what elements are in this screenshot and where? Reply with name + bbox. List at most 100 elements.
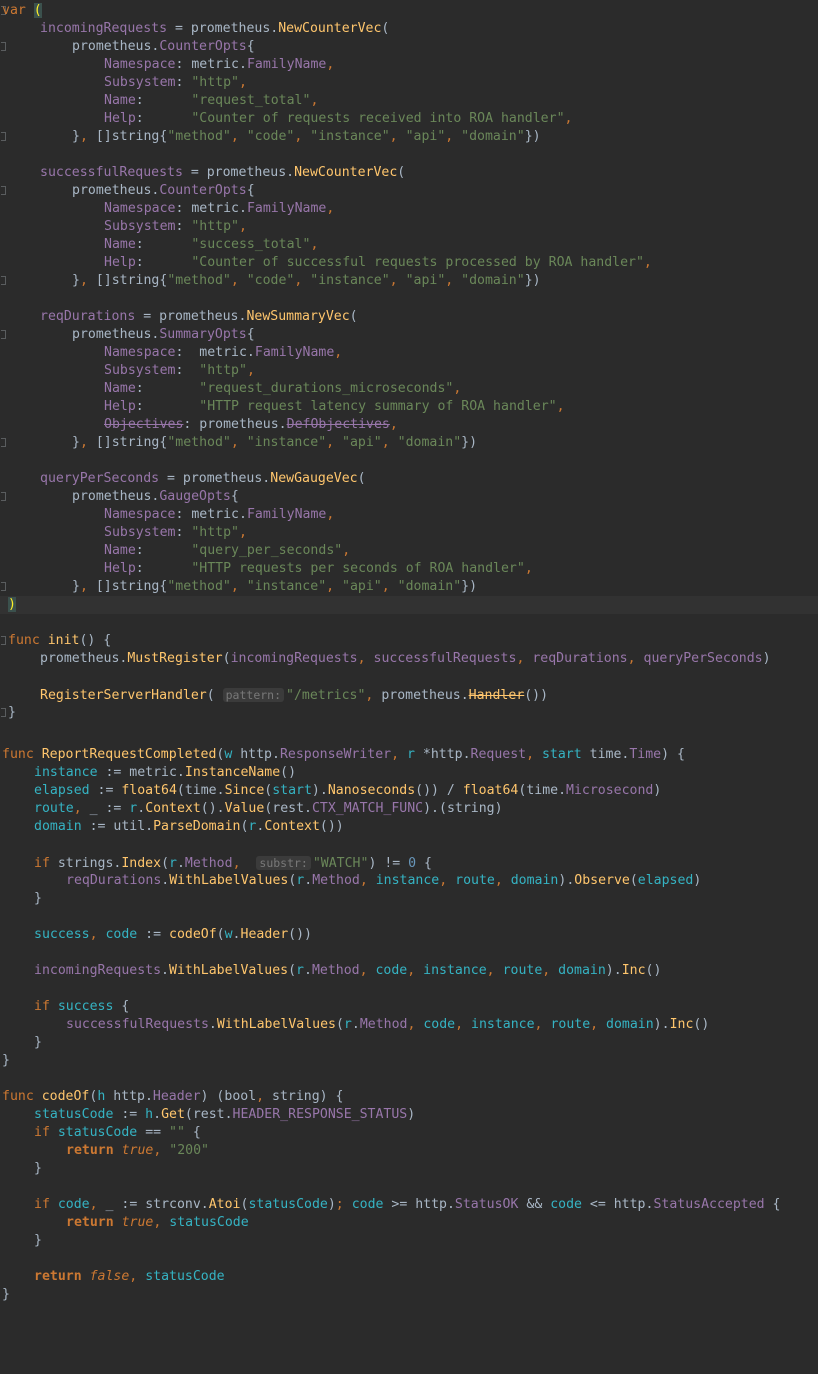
code-line[interactable]: RegisterServerHandler( pattern: "/metrics…: [0, 686, 818, 704]
code-line[interactable]: successfulRequests.WithLabelValues(r.Met…: [0, 1016, 818, 1034]
code-editor[interactable]: var (incomingRequests = prometheus.NewCo…: [0, 0, 818, 1374]
code-token: :: [175, 75, 192, 90]
code-token: _ :=: [89, 801, 130, 816]
code-token: "domain": [461, 273, 525, 288]
code-line[interactable]: Name: "request_total",: [0, 92, 818, 110]
code-token: Inc: [669, 1017, 694, 1032]
code-token: (: [629, 873, 638, 888]
code-token: ,: [310, 237, 319, 252]
code-text: if code, _ := strconv.Atoi(statusCode); …: [34, 1196, 781, 1214]
code-line[interactable]: }: [0, 704, 818, 722]
code-line[interactable]: Help: "Counter of successful requests pr…: [0, 254, 818, 272]
code-line[interactable]: ): [0, 596, 818, 614]
code-line[interactable]: prometheus.CounterOpts{: [0, 182, 818, 200]
code-line[interactable]: prometheus.GaugeOpts{: [0, 488, 818, 506]
fold-marker-icon[interactable]: [0, 128, 6, 146]
code-token: codeOf: [41, 1089, 90, 1104]
fold-marker-icon[interactable]: [0, 326, 6, 344]
code-line[interactable]: }: [0, 1034, 818, 1052]
fold-marker-icon[interactable]: [0, 632, 6, 650]
fold-marker-icon[interactable]: [0, 488, 6, 506]
code-text: }, []string{"method", "instance", "api",…: [72, 434, 477, 452]
code-line[interactable]: return true, "200": [0, 1142, 818, 1160]
code-text: statusCode := h.Get(rest.HEADER_RESPONSE…: [34, 1106, 415, 1124]
code-line[interactable]: Help: "HTTP requests per seconds of ROA …: [0, 560, 818, 578]
code-line[interactable]: queryPerSeconds = prometheus.NewGaugeVec…: [0, 470, 818, 488]
code-token: prometheus.: [72, 327, 160, 342]
code-token: MustRegister: [127, 651, 223, 666]
code-line[interactable]: Name: "success_total",: [0, 236, 818, 254]
code-token: }: [8, 705, 16, 720]
code-line[interactable]: }: [0, 1052, 818, 1070]
code-line[interactable]: }, []string{"method", "instance", "api",…: [0, 578, 818, 596]
code-line[interactable]: prometheus.CounterOpts{: [0, 38, 818, 56]
code-token: }: [34, 1161, 42, 1176]
code-line[interactable]: }, []string{"method", "instance", "api",…: [0, 434, 818, 452]
code-token: "code": [246, 273, 295, 288]
code-line[interactable]: Objectives: prometheus.DefObjectives,: [0, 416, 818, 434]
code-line[interactable]: func codeOf(h http.Header) (bool, string…: [0, 1088, 818, 1106]
code-token: Handler: [468, 688, 525, 703]
fold-marker-icon[interactable]: [0, 38, 6, 56]
code-line[interactable]: instance := metric.InstanceName(): [0, 764, 818, 782]
code-token: (time.: [518, 783, 567, 798]
code-line[interactable]: success, code := codeOf(w.Header()): [0, 926, 818, 944]
code-line[interactable]: incomingRequests = prometheus.NewCounter…: [0, 20, 818, 38]
code-line[interactable]: }, []string{"method", "code", "instance"…: [0, 128, 818, 146]
code-line[interactable]: Name: "request_durations_microseconds",: [0, 380, 818, 398]
code-line[interactable]: elapsed := float64(time.Since(start).Nan…: [0, 782, 818, 800]
code-line[interactable]: successfulRequests = prometheus.NewCount…: [0, 164, 818, 182]
code-line[interactable]: Name: "query_per_seconds",: [0, 542, 818, 560]
code-token: code: [351, 1197, 384, 1212]
code-line[interactable]: reqDurations.WithLabelValues(r.Method, i…: [0, 872, 818, 890]
code-token: success: [34, 927, 90, 942]
code-line[interactable]: if statusCode == "" {: [0, 1124, 818, 1142]
code-token: Request: [470, 747, 527, 762]
code-token: elapsed: [637, 873, 694, 888]
code-line[interactable]: func ReportRequestCompleted(w http.Respo…: [0, 746, 818, 764]
code-line[interactable]: if strings.Index(r.Method, substr: "WATCH…: [0, 854, 818, 872]
code-token: ,: [445, 273, 462, 288]
code-line[interactable]: prometheus.MustRegister(incomingRequests…: [0, 650, 818, 668]
code-line[interactable]: }: [0, 1160, 818, 1178]
code-token: ,: [239, 219, 247, 234]
fold-marker-icon[interactable]: [0, 272, 6, 290]
code-line[interactable]: if code, _ := strconv.Atoi(statusCode); …: [0, 1196, 818, 1214]
fold-marker-icon[interactable]: [0, 434, 6, 452]
code-token: ,: [357, 651, 374, 666]
code-line[interactable]: route, _ := r.Context().Value(rest.CTX_M…: [0, 800, 818, 818]
code-line[interactable]: Help: "HTTP request latency summary of R…: [0, 398, 818, 416]
code-line[interactable]: return false, statusCode: [0, 1268, 818, 1286]
code-line[interactable]: }: [0, 890, 818, 908]
fold-marker-icon[interactable]: [0, 704, 6, 722]
code-line[interactable]: incomingRequests.WithLabelValues(r.Metho…: [0, 962, 818, 980]
code-line[interactable]: if success {: [0, 998, 818, 1016]
code-line[interactable]: reqDurations = prometheus.NewSummaryVec(: [0, 308, 818, 326]
code-line[interactable]: }: [0, 1232, 818, 1250]
code-line[interactable]: Help: "Counter of requests received into…: [0, 110, 818, 128]
code-line[interactable]: Namespace: metric.FamilyName,: [0, 344, 818, 362]
code-token: ).: [311, 783, 328, 798]
code-token: Namespace: [104, 201, 176, 216]
code-line[interactable]: domain := util.ParseDomain(r.Context()): [0, 818, 818, 836]
code-line[interactable]: func init() {: [0, 632, 818, 650]
code-line[interactable]: Namespace: metric.FamilyName,: [0, 200, 818, 218]
code-line[interactable]: Subsystem: "http",: [0, 362, 818, 380]
code-text: Subsystem: "http",: [104, 74, 247, 92]
code-line[interactable]: }: [0, 1286, 818, 1304]
code-line[interactable]: Subsystem: "http",: [0, 524, 818, 542]
code-line[interactable]: Namespace: metric.FamilyName,: [0, 506, 818, 524]
fold-marker-icon[interactable]: [0, 578, 6, 596]
code-line[interactable]: var (: [0, 2, 818, 20]
code-line[interactable]: Subsystem: "http",: [0, 74, 818, 92]
code-line[interactable]: Namespace: metric.FamilyName,: [0, 56, 818, 74]
code-line[interactable]: prometheus.SummaryOpts{: [0, 326, 818, 344]
fold-marker-icon[interactable]: [0, 182, 6, 200]
code-line[interactable]: Subsystem: "http",: [0, 218, 818, 236]
code-line[interactable]: }, []string{"method", "code", "instance"…: [0, 272, 818, 290]
code-token: success: [57, 999, 114, 1014]
code-token: bool: [224, 1089, 257, 1104]
code-line[interactable]: return true, statusCode: [0, 1214, 818, 1232]
code-line[interactable]: statusCode := h.Get(rest.HEADER_RESPONSE…: [0, 1106, 818, 1124]
